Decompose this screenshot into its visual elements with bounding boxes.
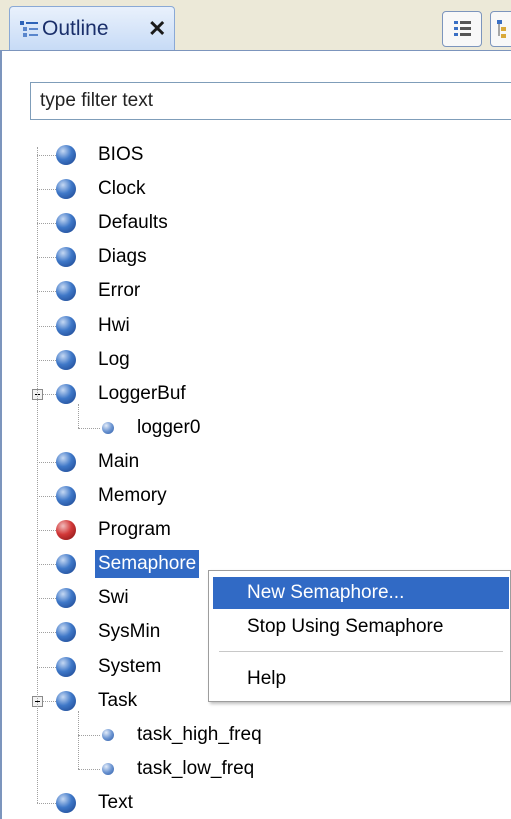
list-view-button[interactable] <box>442 11 482 47</box>
tree-item-sysmin[interactable]: SysMin <box>95 618 163 646</box>
tree-connector <box>37 462 58 463</box>
blue-ball-icon <box>56 452 76 472</box>
tree-item-task[interactable]: Task <box>95 687 140 715</box>
outline-tab[interactable]: Outline ✕ <box>9 6 175 50</box>
tree-item-semaphore[interactable]: Semaphore <box>95 550 200 578</box>
context-menu: New Semaphore... Stop Using Semaphore He… <box>208 570 511 702</box>
tree-connector <box>37 530 58 531</box>
menu-item-help[interactable]: Help <box>213 663 509 695</box>
blue-ball-icon <box>56 179 76 199</box>
tree-item-swi[interactable]: Swi <box>95 584 132 612</box>
blue-ball-icon <box>56 486 76 506</box>
blue-ball-icon <box>56 213 76 233</box>
tree-item-main[interactable]: Main <box>95 448 142 476</box>
blue-ball-icon <box>56 793 76 813</box>
blue-ball-icon <box>56 622 76 642</box>
small-ball-icon <box>102 729 114 741</box>
tree-trunk-line <box>37 147 38 803</box>
list-icon <box>454 21 471 36</box>
tree-connector <box>78 769 100 770</box>
menu-item-stop-using-semaphore[interactable]: Stop Using Semaphore <box>213 611 509 643</box>
blue-ball-icon <box>56 691 76 711</box>
small-ball-icon <box>102 763 114 775</box>
tree-connector <box>37 598 58 599</box>
small-ball-icon <box>102 422 114 434</box>
blue-ball-icon <box>56 588 76 608</box>
blue-ball-icon <box>56 350 76 370</box>
tree-item-diags[interactable]: Diags <box>95 243 150 271</box>
tree-connector <box>37 564 58 565</box>
outline-icon <box>20 21 38 37</box>
tree-item-logger0[interactable]: logger0 <box>134 414 203 442</box>
blue-ball-icon <box>56 657 76 677</box>
tree-item-task-low-freq[interactable]: task_low_freq <box>134 755 257 783</box>
tree-connector <box>37 257 58 258</box>
menu-item-new-semaphore[interactable]: New Semaphore... <box>213 577 509 609</box>
tree-connector <box>37 155 58 156</box>
tree-connector <box>37 632 58 633</box>
close-icon[interactable]: ✕ <box>148 16 166 42</box>
tree-connector <box>78 404 79 428</box>
blue-ball-icon <box>56 316 76 336</box>
tree-connector <box>37 326 58 327</box>
tree-item-hwi[interactable]: Hwi <box>95 312 133 340</box>
tree-connector <box>78 428 100 429</box>
outline-view <box>0 50 511 819</box>
tree-connector <box>37 189 58 190</box>
tree-connector <box>37 223 58 224</box>
tree-item-text[interactable]: Text <box>95 789 136 817</box>
tree-item-log[interactable]: Log <box>95 346 133 374</box>
blue-ball-icon <box>56 384 76 404</box>
blue-ball-icon <box>56 247 76 267</box>
menu-separator <box>219 651 503 652</box>
tree-connector <box>37 803 58 804</box>
tree-connector <box>37 496 58 497</box>
tree-item-error[interactable]: Error <box>95 277 143 305</box>
tree-connector <box>37 667 58 668</box>
tree-connector <box>37 360 58 361</box>
blue-ball-icon <box>56 281 76 301</box>
blue-ball-icon <box>56 554 76 574</box>
tree-item-program[interactable]: Program <box>95 516 174 544</box>
tab-title: Outline <box>42 17 109 40</box>
tree-item-clock[interactable]: Clock <box>95 175 149 203</box>
filter-input[interactable]: type filter text <box>30 82 511 120</box>
blue-ball-icon <box>56 145 76 165</box>
hierarchy-icon <box>497 20 506 38</box>
tree-item-loggerbuf[interactable]: LoggerBuf <box>95 380 189 408</box>
hierarchy-view-button[interactable] <box>490 11 511 47</box>
tree-item-bios[interactable]: BIOS <box>95 141 146 169</box>
tree-connector <box>78 711 79 769</box>
tree-item-system[interactable]: System <box>95 653 164 681</box>
tree-connector <box>37 291 58 292</box>
tree-item-defaults[interactable]: Defaults <box>95 209 171 237</box>
view-tab-bar: Outline ✕ <box>0 0 511 50</box>
tree-connector <box>78 735 100 736</box>
tree-item-task-high-freq[interactable]: task_high_freq <box>134 721 265 749</box>
tree-item-memory[interactable]: Memory <box>95 482 170 510</box>
red-ball-icon <box>56 520 76 540</box>
